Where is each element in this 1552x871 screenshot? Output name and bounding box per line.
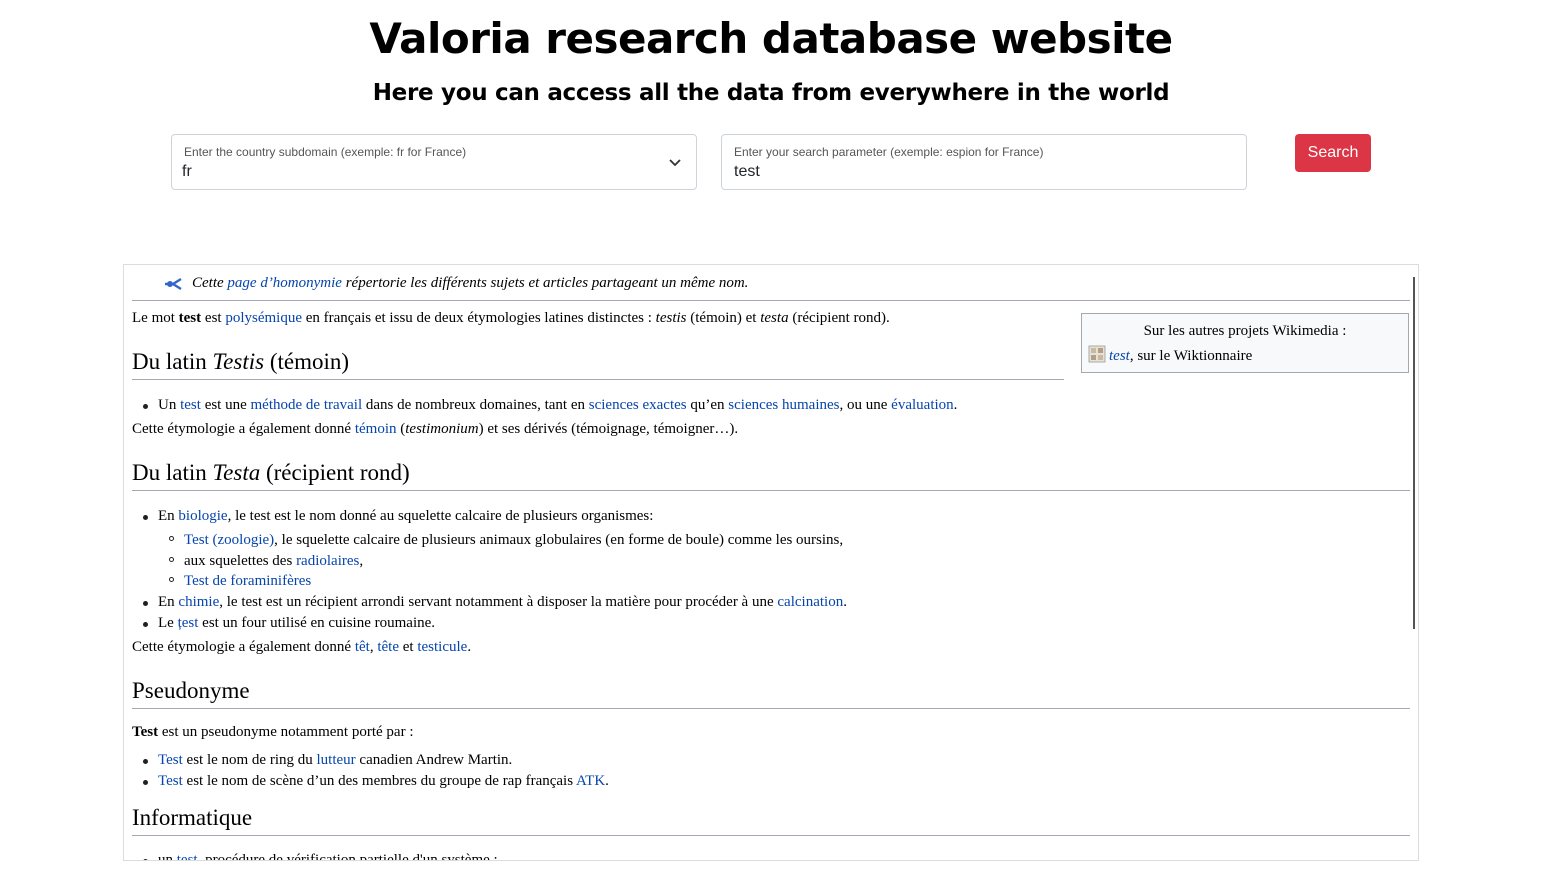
bullet [143,759,148,764]
list-item: Test est le nom de ring du lutteur canad… [158,752,513,768]
sister-projects-box: Sur les autres projets Wikimedia : test,… [1081,313,1409,373]
wiktionary-icon [1088,345,1106,370]
disambiguation-hatnote: Cette page d’homonymie répertorie les di… [132,265,1410,301]
sister-projects-title: Sur les autres projets Wikimedia : [1143,323,1347,339]
list-item: un test, procédure de vérification parti… [158,852,498,861]
list-item: Un test est une méthode de travail dans … [158,397,958,413]
homonymie-link[interactable]: page d’homonymie [227,275,342,291]
bullet [143,404,148,409]
sub-bullet [169,536,174,541]
list-item: Test est le nom de scène d’un des membre… [158,773,609,789]
page-subtitle: Here you can access all the data from ev… [372,80,1170,106]
search-button[interactable]: Search [1295,134,1371,172]
bullet [143,622,148,627]
bullet [143,601,148,606]
country-input[interactable] [182,163,642,181]
country-field-label: Enter the country subdomain (exemple: fr… [184,145,467,159]
list-item: En chimie, le test est un récipient arro… [158,594,847,610]
sub-list-item: Test de foraminifères [184,573,312,589]
heading-testa: Du latin Testa (récipient rond) [132,459,1410,491]
wiki-article: Cette page d’homonymie répertorie les di… [132,265,1410,860]
pseudo-intro: Test est un pseudonyme notamment porté p… [132,724,414,740]
disambiguation-icon [164,277,184,298]
bullet [143,515,148,520]
chevron-down-icon[interactable] [668,155,682,174]
testa-etymology: Cette étymologie a également donné têt, … [132,639,472,655]
intro-paragraph: Le mot test est polysémique en français … [132,310,890,326]
bullet [143,780,148,785]
search-field[interactable]: Enter your search parameter (exemple: es… [721,134,1247,190]
search-input[interactable] [734,163,1194,181]
testis-etymology: Cette étymologie a également donné témoi… [132,421,739,437]
sub-list-item: aux squelettes des radiolaires, [184,553,364,569]
list-item: En biologie, le test est le nom donné au… [158,508,654,524]
heading-testis: Du latin Testis (témoin) [132,348,1064,380]
sub-bullet [169,577,174,582]
scrollbar[interactable] [1413,277,1415,629]
sub-bullet [169,557,174,562]
bullet [143,859,148,860]
heading-informatique: Informatique [132,804,1410,836]
search-field-label: Enter your search parameter (exemple: es… [734,145,1044,159]
page-title: Valoria research database website [369,14,1173,63]
sub-list-item: Test (zoologie), le squelette calcaire d… [184,532,844,548]
country-select[interactable]: Enter the country subdomain (exemple: fr… [171,134,697,190]
list-item: Le țest est un four utilisé en cuisine r… [158,615,436,631]
polysemique-link[interactable]: polysémique [225,310,302,326]
heading-pseudonyme: Pseudonyme [132,677,1410,709]
result-frame[interactable]: Cette page d’homonymie répertorie les di… [123,264,1419,861]
wiktionary-link[interactable]: test [1109,348,1130,364]
